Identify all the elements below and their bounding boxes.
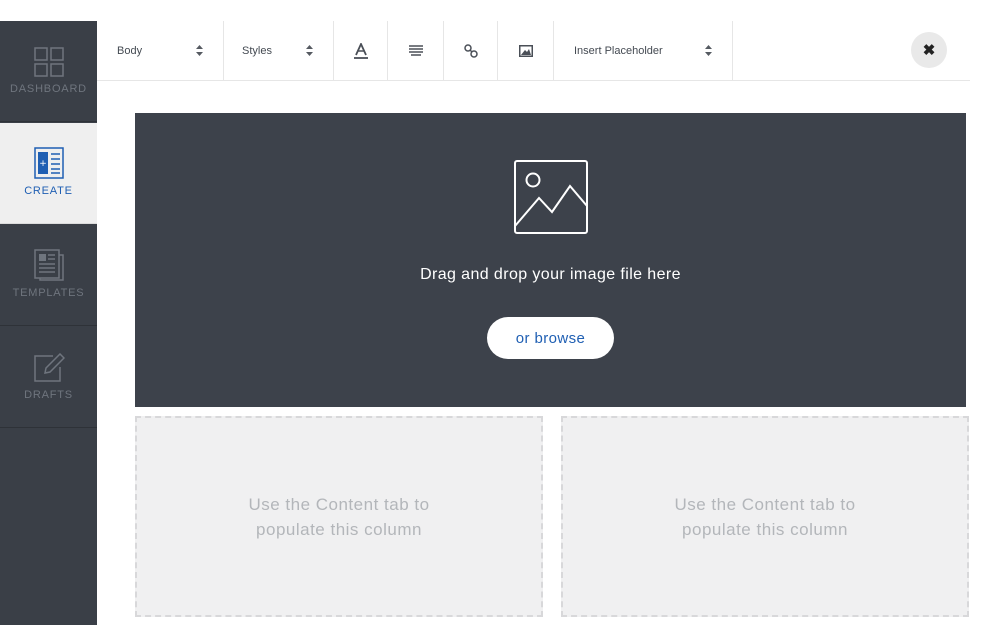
content-column-right[interactable]: Use the Content tab to populate this col… bbox=[561, 416, 969, 617]
sidebar-item-dashboard[interactable]: DASHBOARD bbox=[0, 21, 97, 122]
link-icon bbox=[463, 43, 478, 58]
image-placeholder-icon bbox=[514, 160, 588, 234]
content-column-left[interactable]: Use the Content tab to populate this col… bbox=[135, 416, 543, 617]
sidebar-item-label: DASHBOARD bbox=[10, 83, 87, 95]
dashboard-grid-icon bbox=[33, 47, 64, 77]
editor-toolbar: Body Styles Insert Placeholder ✖ bbox=[97, 21, 970, 81]
insert-placeholder-select[interactable]: Insert Placeholder bbox=[554, 21, 733, 80]
text-style-value: Body bbox=[117, 44, 143, 57]
text-color-icon bbox=[353, 42, 368, 59]
align-button[interactable] bbox=[388, 21, 444, 80]
sidebar-item-drafts[interactable]: DRAFTS bbox=[0, 327, 97, 428]
insert-placeholder-value: Insert Placeholder bbox=[574, 44, 663, 57]
sidebar-item-label: CREATE bbox=[24, 185, 73, 197]
dropzone-headline: Drag and drop your image file here bbox=[420, 266, 681, 283]
styles-select[interactable]: Styles bbox=[224, 21, 334, 80]
align-icon bbox=[408, 45, 423, 56]
browse-button[interactable]: or browse bbox=[487, 317, 614, 359]
templates-document-icon bbox=[33, 249, 64, 281]
column-placeholder-text: Use the Content tab to populate this col… bbox=[248, 494, 430, 539]
text-color-button[interactable] bbox=[334, 21, 388, 80]
select-arrows-icon bbox=[196, 45, 203, 56]
svg-text:+: + bbox=[39, 159, 47, 169]
sidebar: DASHBOARD + CREATE TEMPLATES DRAFTS bbox=[0, 21, 97, 625]
sidebar-item-create[interactable]: + CREATE bbox=[0, 123, 97, 224]
close-icon: ✖ bbox=[922, 42, 936, 59]
styles-value: Styles bbox=[242, 44, 272, 57]
sidebar-item-label: TEMPLATES bbox=[12, 287, 85, 299]
column-placeholder-text: Use the Content tab to populate this col… bbox=[674, 494, 856, 539]
select-arrows-icon bbox=[306, 45, 313, 56]
image-dropzone[interactable]: Drag and drop your image file here or br… bbox=[135, 113, 966, 407]
drafts-pencil-icon bbox=[33, 353, 65, 382]
select-arrows-icon bbox=[705, 45, 712, 56]
sidebar-item-label: DRAFTS bbox=[24, 389, 73, 401]
create-layout-icon: + bbox=[33, 147, 64, 179]
text-style-select[interactable]: Body bbox=[97, 21, 224, 80]
image-icon bbox=[518, 44, 533, 57]
close-button[interactable]: ✖ bbox=[911, 32, 947, 68]
sidebar-item-templates[interactable]: TEMPLATES bbox=[0, 225, 97, 326]
image-button[interactable] bbox=[498, 21, 554, 80]
link-button[interactable] bbox=[444, 21, 498, 80]
